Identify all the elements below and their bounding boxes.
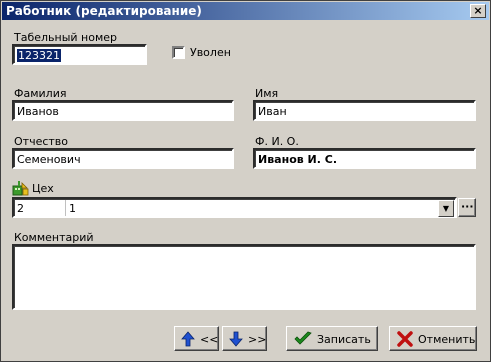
workshop-name: 1 <box>69 202 76 215</box>
first-name-field[interactable]: Иван <box>253 100 476 121</box>
prev-record-label: << <box>200 333 219 346</box>
full-name-label: Ф. И. О. <box>255 135 299 148</box>
next-record-button[interactable]: >> <box>222 326 267 351</box>
browse-glyph: ··· <box>461 200 474 213</box>
arrow-down-icon <box>229 331 243 347</box>
workshop-combobox[interactable]: 2 1 ▼ <box>12 197 457 218</box>
comment-textarea[interactable] <box>12 244 476 310</box>
first-name-value: Иван <box>258 105 287 118</box>
prev-record-button[interactable]: << <box>174 326 219 351</box>
patronymic-value: Семенович <box>17 153 81 166</box>
dismissed-label[interactable]: Уволен <box>190 46 231 59</box>
last-name-label: Фамилия <box>14 87 67 100</box>
next-record-label: >> <box>248 333 267 346</box>
last-name-field[interactable]: Иванов <box>12 100 234 121</box>
window-title: Работник (редактирование) <box>6 4 202 18</box>
tab-number-label: Табельный номер <box>14 31 118 44</box>
column-divider <box>65 200 66 216</box>
save-label: Записать <box>317 333 371 346</box>
tab-number-value: 123321 <box>17 49 61 62</box>
cancel-button[interactable]: Отменить <box>389 326 477 351</box>
checkmark-icon <box>294 331 312 345</box>
cancel-label: Отменить <box>418 333 476 346</box>
tab-number-field[interactable]: 123321 <box>12 44 147 65</box>
workshop-icon <box>12 180 30 196</box>
patronymic-field[interactable]: Семенович <box>12 148 234 169</box>
workshop-browse-button[interactable]: ··· <box>458 198 476 217</box>
full-name-value: Иванов И. С. <box>258 153 338 166</box>
workshop-dropdown-button[interactable]: ▼ <box>438 200 454 217</box>
full-name-field[interactable]: Иванов И. С. <box>253 148 476 169</box>
last-name-value: Иванов <box>17 105 59 118</box>
save-button[interactable]: Записать <box>286 326 378 351</box>
workshop-code: 2 <box>17 202 24 215</box>
workshop-label: Цех <box>32 182 54 195</box>
title-bar[interactable]: Работник (редактирование) × <box>2 2 489 20</box>
dismissed-checkbox[interactable] <box>172 46 185 59</box>
close-button[interactable]: × <box>470 4 486 18</box>
patronymic-label: Отчество <box>14 135 69 148</box>
first-name-label: Имя <box>255 87 279 100</box>
arrow-up-icon <box>181 331 195 347</box>
cross-icon <box>397 331 413 347</box>
comment-label: Комментарий <box>14 231 94 244</box>
